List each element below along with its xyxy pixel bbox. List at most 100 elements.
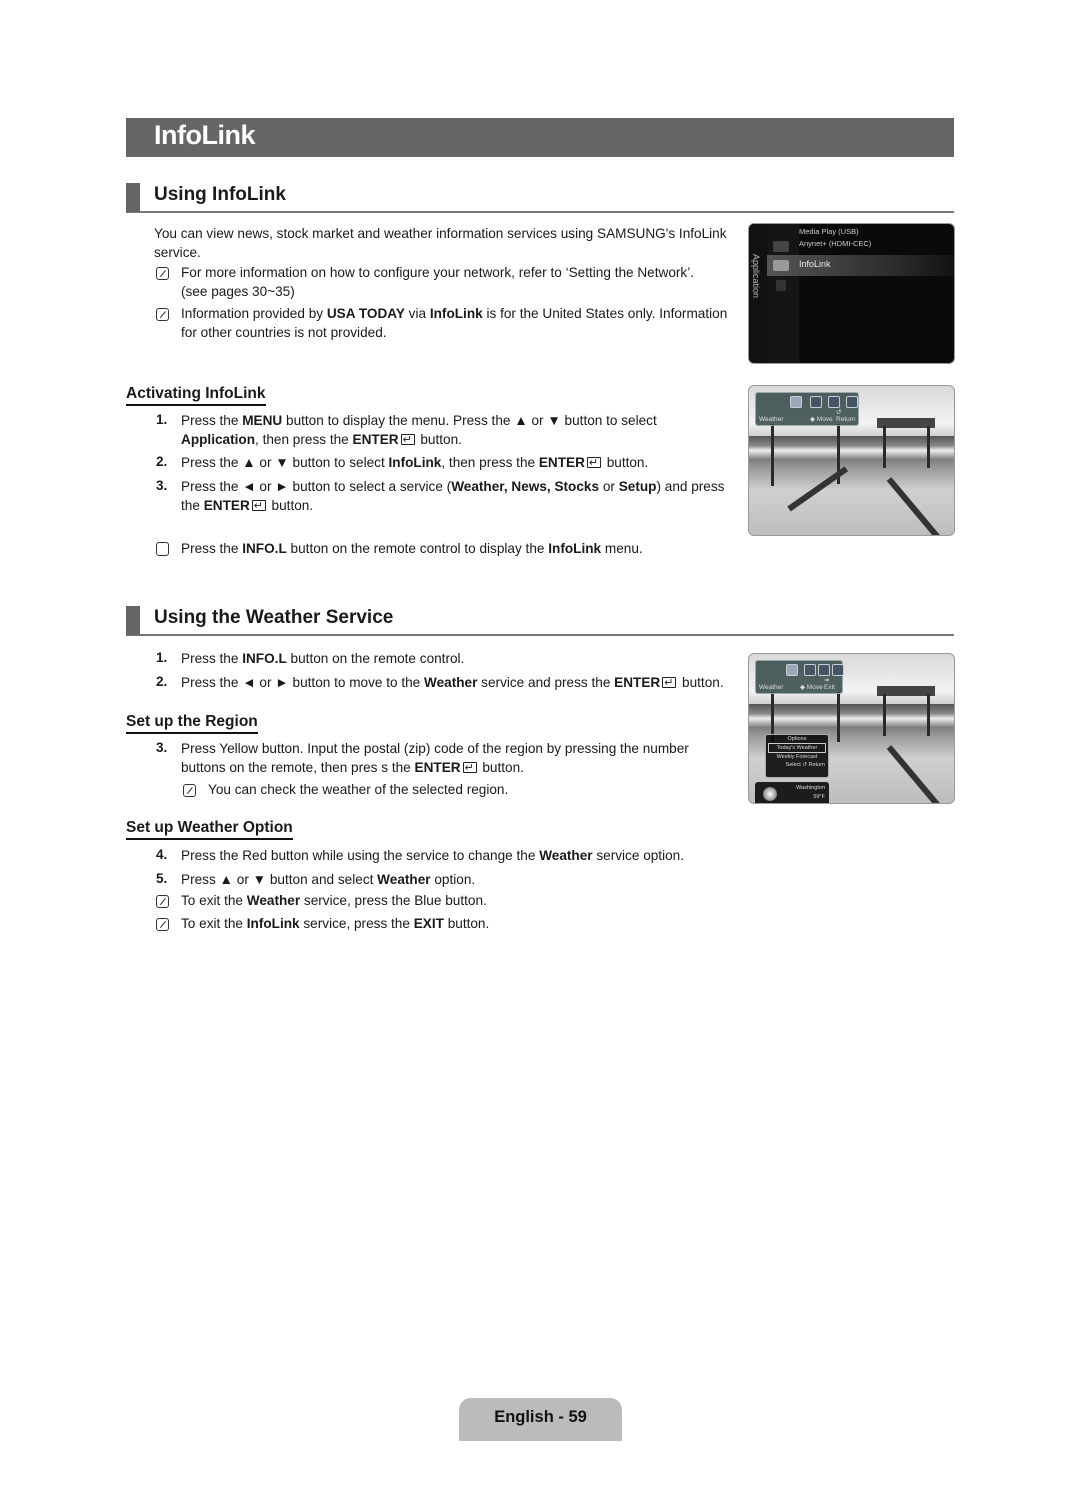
weather-service-icon (786, 664, 798, 676)
menu-item: Anynet+ (HDMI-CEC) (799, 239, 872, 248)
option-step-4: Press the Red button while using the ser… (181, 847, 741, 866)
bold-text: InfoLink (246, 916, 300, 931)
step-number: 3. (156, 740, 168, 755)
photo-shadow (886, 745, 943, 803)
text: service and press the (477, 675, 615, 690)
text: via (404, 306, 430, 321)
section-heading-using-infolink: Using InfoLink (126, 183, 954, 213)
menu-item-label: InfoLink (799, 259, 831, 269)
bold-text: ENTER (203, 497, 250, 513)
bold-text: INFO.L (242, 651, 287, 666)
text: button. (602, 455, 649, 470)
menu-item: Media Play (USB) (799, 227, 859, 236)
step-2: Press the ▲ or ▼ button to select InfoLi… (181, 454, 741, 473)
step-line: Press the MENU button to display the men… (181, 412, 741, 431)
weather-step-2: Press the ◄ or ► button to move to the W… (181, 674, 751, 693)
news-service-icon (804, 664, 816, 676)
section-title: Using the Weather Service (154, 607, 394, 628)
menu-icon (773, 241, 789, 252)
text: the (181, 497, 204, 513)
step-number: 1. (156, 412, 168, 427)
move-hint: ◆ Move (810, 416, 833, 423)
step-line: buttons on the remote, then pres s the E… (181, 759, 741, 778)
note-line: (see pages 30~35) (181, 283, 295, 299)
bold-text: Weather (377, 872, 431, 887)
bold-text: InfoLink (548, 541, 602, 556)
stocks-service-icon (818, 664, 830, 676)
text: Information provided by (181, 306, 327, 321)
text: service, press the (299, 916, 414, 931)
bold-text: MENU (242, 413, 283, 428)
step-number: 4. (156, 847, 168, 862)
return-hint: ↺ Return (836, 409, 856, 423)
note-line: for other countries is not provided. (181, 324, 387, 340)
note-exit-infolink: To exit the InfoLink service, press the … (181, 915, 741, 934)
page-number: English - 59 (494, 1408, 587, 1426)
photo-post (883, 694, 886, 736)
enter-icon (400, 431, 415, 449)
bold-text: ENTER (538, 455, 585, 470)
intro-text: You can view news, stock market and weat… (154, 226, 727, 260)
bold-text: Setup (618, 479, 657, 494)
infolink-services-screenshot: Weather ◆ Move ↺ Return (748, 385, 955, 536)
news-service-icon (810, 396, 822, 408)
text: service, press the Blue button. (300, 893, 487, 908)
menu-item-selected: InfoLink (767, 255, 954, 276)
weather-options-screenshot: Weather ◆ Move ➔ Exit Options Today's We… (748, 653, 955, 804)
note-icon (156, 267, 169, 280)
bold-text: InfoLink (388, 455, 442, 470)
section-title: Using InfoLink (154, 184, 286, 205)
bold-text: ENTER (414, 759, 461, 775)
subheading-activating: Activating InfoLink (126, 385, 266, 406)
weather-info-box: Washington 59°F (755, 782, 829, 803)
menu-sidebar: Application (749, 224, 768, 363)
bold-text: Application (181, 431, 256, 447)
exit-hint: ➔ Exit (824, 677, 835, 691)
text: buttons on the remote, then pres s the (181, 759, 415, 775)
bold-text: Weather, News, Stocks (451, 479, 600, 494)
bold-text: Weather (246, 893, 301, 908)
text: button. (478, 759, 524, 775)
text: Press the Red button while using the ser… (181, 848, 540, 863)
services-bar: Weather ◆ Move ↺ Return (755, 392, 859, 426)
options-footer: Select ↺ Return (785, 762, 825, 768)
enter-icon (462, 759, 477, 777)
stocks-service-icon (828, 396, 840, 408)
step-1: Press the MENU button to display the men… (181, 412, 741, 449)
step-line: the ENTER button. (181, 497, 741, 516)
weather-city: Washington (796, 785, 825, 791)
bold-text: ENTER (614, 675, 661, 690)
region-step-3: Press Yellow button. Input the postal (z… (181, 740, 741, 777)
bold-text: EXIT (413, 916, 444, 931)
text: button to display the menu. Press the ▲ … (282, 413, 657, 428)
setup-service-icon (832, 664, 844, 676)
step-line: Press Yellow button. Input the postal (z… (181, 741, 689, 756)
option-item-selected: Today's Weather (768, 743, 826, 753)
step-number: 1. (156, 650, 168, 665)
note-exit-weather: To exit the Weather service, press the B… (181, 892, 741, 911)
text: button. (678, 675, 724, 690)
bold-text: Weather (539, 848, 593, 863)
text: Press the ▲ or ▼ button to select (181, 455, 389, 470)
service-label: Weather (759, 416, 784, 423)
text: To exit the (181, 916, 247, 931)
text: Press the (181, 651, 243, 666)
note-usa-today: Information provided by USA TODAY via In… (181, 305, 741, 342)
enter-icon (662, 674, 677, 693)
subheading-region: Set up the Region (126, 713, 258, 734)
bold-text: USA TODAY (326, 306, 405, 321)
text: Press the ◄ or ► button to move to the (181, 675, 425, 690)
text: Press the (181, 541, 243, 556)
step-line: Press the ◄ or ► button to select a serv… (181, 478, 741, 497)
note-line: For more information on how to configure… (181, 265, 695, 280)
options-popup: Options Today's Weather Weekly Forecast … (765, 734, 829, 778)
step-number: 2. (156, 674, 168, 689)
subheading-weather-option: Set up Weather Option (126, 819, 293, 840)
page-footer: English - 59 (459, 1398, 622, 1441)
region-note: You can check the weather of the selecte… (208, 782, 509, 797)
photo-sea (749, 436, 954, 460)
step-line: Application, then press the ENTER button… (181, 431, 741, 450)
tip-info-l: Press the INFO.L button on the remote co… (181, 540, 741, 559)
page-title-bar: InfoLink (126, 118, 954, 157)
text: service option. (592, 848, 685, 863)
